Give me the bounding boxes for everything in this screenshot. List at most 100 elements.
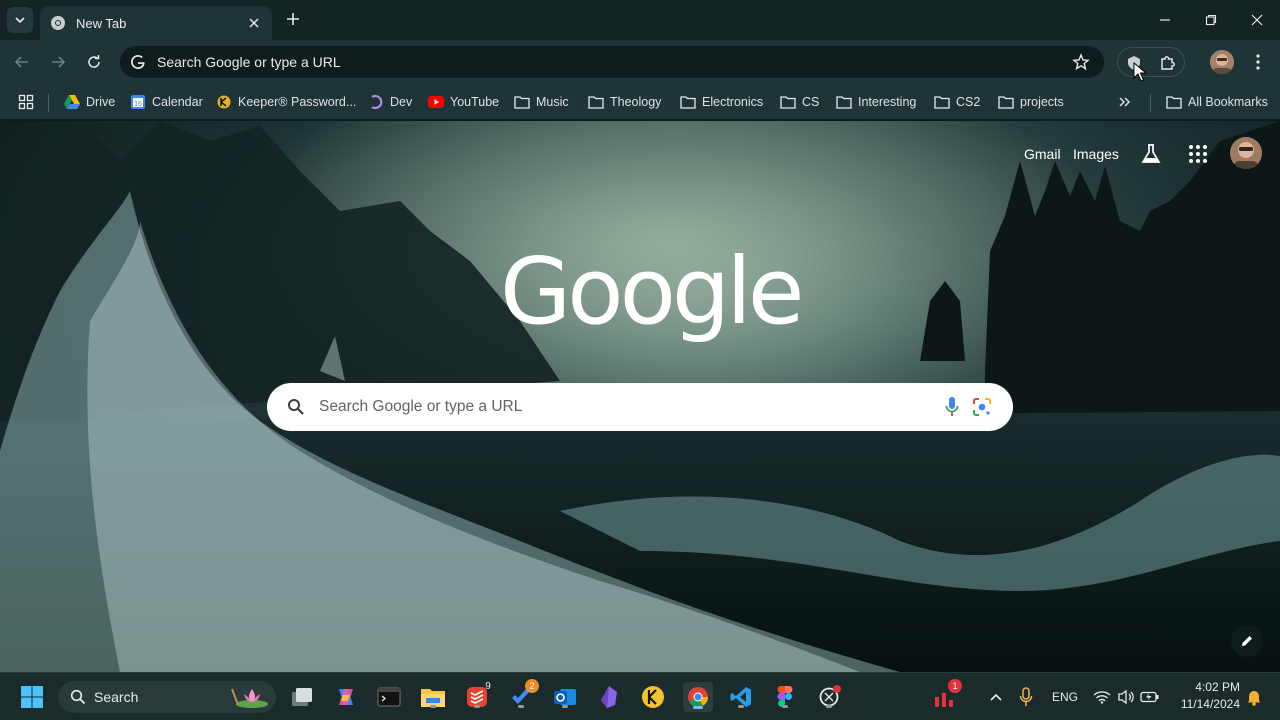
- microphone-icon[interactable]: [945, 396, 959, 418]
- chevron-down-icon: [15, 17, 25, 24]
- tab-close-button[interactable]: [246, 15, 262, 31]
- bookmark-youtube[interactable]: YouTube: [428, 91, 499, 113]
- bookmark-keeper[interactable]: Keeper® Password...: [216, 91, 356, 113]
- tab-new-tab[interactable]: New Tab: [40, 6, 272, 40]
- task-view-button[interactable]: [288, 683, 316, 711]
- folder-icon: [514, 94, 530, 110]
- bookmark-folder-cs2[interactable]: CS2: [934, 91, 980, 113]
- address-bar-text: Search Google or type a URL: [157, 54, 341, 70]
- search-icon: [70, 689, 86, 705]
- tab-title: New Tab: [76, 15, 127, 31]
- forward-button[interactable]: [44, 48, 72, 76]
- battery-button[interactable]: [1136, 683, 1164, 711]
- bookmark-folder-cs[interactable]: CS: [780, 91, 819, 113]
- ntp-account-avatar[interactable]: [1230, 137, 1262, 169]
- gmail-link[interactable]: Gmail: [1024, 146, 1061, 162]
- extensions-menu-button[interactable]: [1158, 53, 1178, 73]
- bell-icon: [1247, 691, 1261, 706]
- bookmark-calendar[interactable]: 16 Calendar: [130, 91, 203, 113]
- chrome-menu-button[interactable]: [1248, 52, 1268, 72]
- chevron-double-right-icon: [1119, 97, 1130, 107]
- outlook-button[interactable]: [551, 683, 579, 711]
- folder-icon: [780, 94, 796, 110]
- plus-icon: [287, 13, 299, 25]
- stocks-badge: 1: [948, 679, 962, 693]
- input-language[interactable]: ENG: [1052, 690, 1078, 704]
- back-button[interactable]: [8, 48, 36, 76]
- bookmark-folder-theology[interactable]: Theology: [588, 91, 661, 113]
- labs-flask-icon[interactable]: [1140, 143, 1162, 165]
- google-logo: Google: [500, 238, 804, 345]
- terminal-button[interactable]: [375, 683, 403, 711]
- keeper-icon: [216, 94, 232, 110]
- active-indicator: [693, 706, 703, 709]
- customize-chrome-button[interactable]: [1231, 625, 1263, 657]
- copilot-button[interactable]: [332, 683, 360, 711]
- profile-avatar-button[interactable]: [1210, 50, 1234, 74]
- folder-icon: [588, 94, 604, 110]
- notifications-button[interactable]: [1240, 683, 1268, 711]
- start-button[interactable]: [18, 683, 46, 711]
- ntp-search-box[interactable]: Search Google or type a URL: [267, 383, 1013, 431]
- search-icon: [288, 399, 304, 415]
- search-highlight-lotus-icon: [231, 688, 268, 708]
- avatar: [1230, 137, 1262, 169]
- bookmark-folder-electronics[interactable]: Electronics: [680, 91, 763, 113]
- obsidian-button[interactable]: [595, 683, 623, 711]
- microsoft-todo-button[interactable]: 2: [507, 679, 539, 711]
- google-calendar-icon: 16: [130, 94, 146, 110]
- show-hidden-icons-button[interactable]: [982, 683, 1010, 711]
- reload-button[interactable]: [80, 48, 108, 76]
- taskbar-search[interactable]: Search: [58, 681, 276, 713]
- battery-charging-icon: [1140, 691, 1159, 703]
- google-lens-icon[interactable]: [971, 396, 993, 418]
- chatgpt-button[interactable]: [815, 683, 843, 711]
- apps-shortcut-button[interactable]: [18, 91, 34, 113]
- pencil-icon: [1242, 636, 1252, 646]
- bookmark-star-icon[interactable]: [1072, 53, 1090, 71]
- bookmarks-separator: [48, 94, 49, 112]
- copilot-icon: [339, 689, 353, 705]
- bookmark-folder-projects[interactable]: projects: [998, 91, 1064, 113]
- todoist-badge: 9: [485, 680, 491, 692]
- folder-icon: [836, 94, 852, 110]
- wifi-icon: [1093, 691, 1111, 704]
- mouse-cursor: [1133, 62, 1147, 82]
- chrome-taskbar-button[interactable]: [683, 682, 713, 712]
- puzzle-icon: [1161, 56, 1175, 70]
- address-bar[interactable]: Search Google or type a URL: [120, 46, 1104, 78]
- restore-button[interactable]: [1188, 0, 1234, 40]
- google-apps-icon[interactable]: [1187, 143, 1209, 165]
- bookmark-folder-music[interactable]: Music: [514, 91, 569, 113]
- images-link[interactable]: Images: [1073, 146, 1119, 162]
- new-tab-button[interactable]: [282, 8, 304, 30]
- minimize-button[interactable]: [1142, 0, 1188, 40]
- windows-logo-icon: [21, 686, 43, 708]
- volume-icon: [1118, 689, 1134, 705]
- file-explorer-button[interactable]: [419, 683, 447, 711]
- keeper-button[interactable]: [639, 683, 667, 711]
- microphone-tray-button[interactable]: [1012, 683, 1040, 711]
- running-indicator: [738, 705, 744, 708]
- close-window-button[interactable]: [1234, 0, 1280, 40]
- bookmark-dev[interactable]: Dev: [368, 91, 412, 113]
- clock-date: 11/14/2024: [1180, 697, 1240, 711]
- system-clock[interactable]: 4:02 PM 11/14/2024: [1180, 679, 1240, 713]
- running-indicator: [474, 705, 480, 708]
- folder-icon: [934, 94, 950, 110]
- extensions-group: [1117, 47, 1185, 77]
- stocks-widget-button[interactable]: 1: [930, 679, 962, 711]
- bookmark-folder-interesting[interactable]: Interesting: [836, 91, 916, 113]
- bookmark-drive[interactable]: Drive: [64, 91, 115, 113]
- chrome-icon: [51, 16, 65, 30]
- tab-search-button[interactable]: [7, 7, 33, 33]
- running-indicator: [562, 705, 568, 708]
- running-indicator: [518, 705, 524, 708]
- bookmarks-overflow-button[interactable]: [1118, 91, 1132, 113]
- vscode-button[interactable]: [727, 683, 755, 711]
- tab-strip: New Tab: [0, 0, 1280, 40]
- all-bookmarks-button[interactable]: All Bookmarks: [1166, 91, 1268, 113]
- todoist-button[interactable]: 9: [463, 681, 491, 711]
- dev-icon: [368, 94, 384, 110]
- figma-button[interactable]: [771, 683, 799, 711]
